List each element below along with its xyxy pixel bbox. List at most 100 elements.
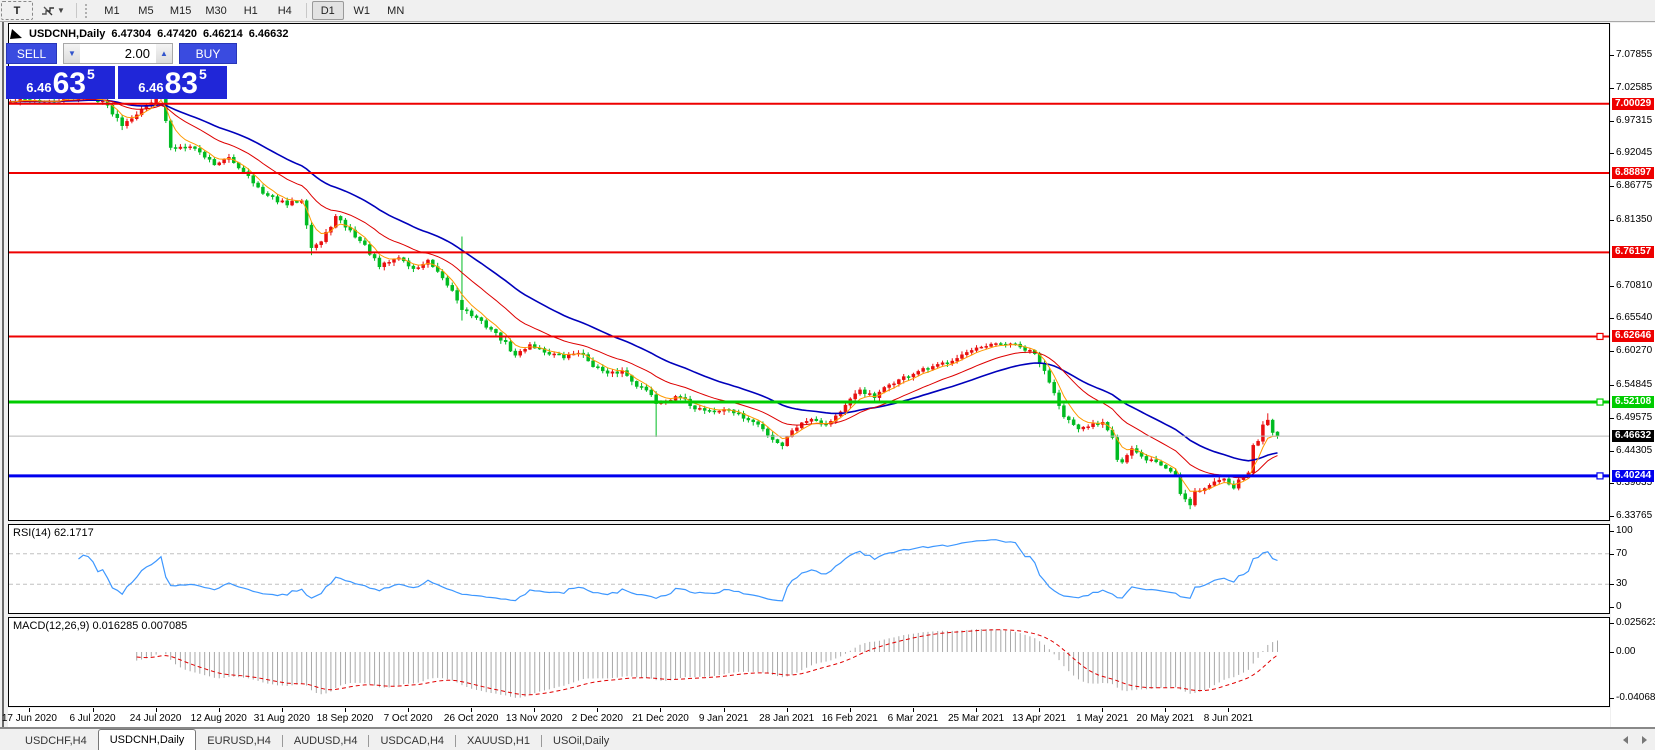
date-tick	[1039, 708, 1041, 712]
candle	[615, 371, 620, 374]
rsi-tick-label: 30	[1616, 578, 1628, 590]
candle	[600, 366, 605, 372]
candle	[940, 362, 945, 365]
candle	[1076, 424, 1081, 430]
macd-tick-label: 0.025623	[1616, 617, 1655, 629]
date-tick	[281, 708, 283, 712]
candle	[979, 346, 984, 349]
macd-tick	[1610, 697, 1614, 699]
buy-button[interactable]: BUY	[179, 43, 237, 64]
candle	[804, 421, 809, 424]
chart-tab-usdchf[interactable]: USDCHF,H4	[14, 731, 98, 750]
price-tick	[1610, 318, 1614, 320]
timeframe-button-m30[interactable]: M30	[199, 1, 232, 20]
level-price-tag: 6.52108	[1612, 396, 1655, 409]
volume-decrease-button[interactable]: ▼	[63, 43, 80, 64]
arrange-windows-button[interactable]: ▼	[35, 1, 71, 20]
candle	[926, 368, 930, 370]
rsi-panel[interactable]	[8, 524, 1610, 614]
candle	[251, 175, 255, 184]
date-tick	[218, 708, 220, 712]
chart-tab-usdcnh[interactable]: USDCNH,Daily	[97, 729, 197, 750]
candle	[863, 389, 867, 394]
date-label: 13 Apr 2021	[1012, 713, 1067, 724]
timeframe-button-m1[interactable]: M1	[96, 1, 128, 20]
volume-input[interactable]: 2.00	[80, 43, 156, 64]
buy-price-display[interactable]: 6.46 83 5	[118, 66, 227, 99]
date-label: 13 Nov 2020	[505, 713, 563, 724]
candle	[916, 371, 921, 375]
sell-price-display[interactable]: 6.46 63 5	[6, 66, 115, 99]
candle	[372, 254, 377, 259]
candle	[188, 146, 192, 149]
candle	[1183, 493, 1188, 500]
candle	[707, 410, 712, 412]
date-label: 7 Oct 2020	[383, 713, 433, 724]
sell-button[interactable]: SELL	[6, 43, 57, 64]
date-label: 6 Jul 2020	[69, 713, 116, 724]
date-label: 18 Sep 2020	[316, 713, 374, 724]
chart-tab-xauusd[interactable]: XAUUSD,H1	[456, 731, 541, 750]
text-tool-button[interactable]: T	[1, 1, 33, 20]
line-handle	[1596, 472, 1604, 480]
timeframe-button-h4[interactable]: H4	[269, 1, 301, 20]
date-axis[interactable]: 17 Jun 2020 6 Jul 2020 24 Jul 2020 12 Aug 2…	[2, 708, 1610, 727]
chart-tab-usoil[interactable]: USOil,Daily	[542, 731, 620, 750]
candle	[1052, 382, 1056, 394]
candle	[698, 408, 702, 410]
candle	[1270, 419, 1275, 433]
candle	[1091, 423, 1095, 427]
candle	[198, 148, 202, 153]
date-label: 24 Jul 2020	[129, 713, 182, 724]
price-tick-label: 6.70810	[1616, 279, 1653, 291]
candle	[455, 290, 459, 301]
candle	[1125, 455, 1129, 463]
timeframe-button-w1[interactable]: W1	[346, 1, 378, 20]
price-tick-label: 6.92045	[1616, 147, 1653, 159]
chart-tab-usdcad[interactable]: USDCAD,H4	[369, 731, 455, 750]
price-tick	[1610, 450, 1614, 452]
chevron-down-icon: ▼	[57, 6, 65, 15]
ohlc-high: 6.47420	[157, 28, 197, 40]
candle	[319, 241, 323, 245]
tab-scroll-right-icon[interactable]	[1642, 736, 1647, 744]
date-label: 8 Jun 2021	[1203, 713, 1254, 724]
toolbar-separator	[75, 3, 77, 18]
candle	[241, 167, 246, 172]
timeframe-button-m5[interactable]: M5	[130, 1, 162, 20]
candle	[484, 320, 488, 328]
rsi-tick	[1610, 607, 1614, 608]
candle	[202, 151, 207, 158]
timeframe-button-m15[interactable]: M15	[164, 1, 197, 20]
candle	[465, 309, 469, 312]
candle	[445, 277, 450, 286]
candle	[746, 418, 751, 421]
rsi-tick	[1610, 584, 1614, 586]
candle	[387, 262, 391, 264]
macd-panel[interactable]	[8, 617, 1610, 707]
tab-scroll-arrows	[1623, 736, 1647, 744]
chart-tab-eurusd[interactable]: EURUSD,H4	[196, 731, 282, 750]
candle	[596, 366, 600, 368]
candle	[989, 343, 993, 347]
macd-tick	[1610, 623, 1614, 625]
candle	[1086, 426, 1090, 428]
date-tick	[849, 708, 851, 712]
timeframe-button-h1[interactable]: H1	[235, 1, 267, 20]
timeframe-button-d1[interactable]: D1	[311, 1, 344, 20]
candle	[193, 146, 197, 149]
tab-scroll-left-icon[interactable]	[1623, 736, 1628, 744]
main-chart-panel[interactable]	[8, 23, 1610, 521]
macd-label: MACD(12,26,9) 0.016285 0.007085	[13, 620, 188, 632]
candle	[887, 384, 891, 388]
candle	[999, 343, 1003, 345]
volume-increase-button[interactable]: ▲	[156, 43, 173, 64]
macd-signal-line	[136, 629, 1278, 696]
date-tick	[723, 708, 725, 712]
candle	[717, 410, 721, 413]
timeframe-button-mn[interactable]: MN	[380, 1, 412, 20]
candle	[280, 200, 285, 203]
price-tick	[1610, 351, 1614, 353]
candle	[217, 162, 221, 166]
chart-tab-audusd[interactable]: AUDUSD,H4	[283, 731, 369, 750]
